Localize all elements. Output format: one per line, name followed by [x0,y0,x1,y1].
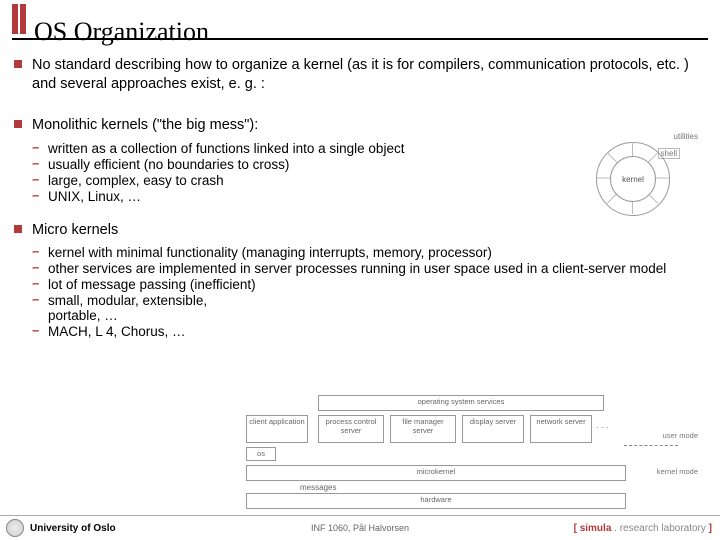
sub-text: small, modular, extensible, portable, … [48,293,207,323]
microkernel-diagram: operating system services client applica… [240,395,700,510]
diagram-file-server: file manager server [390,415,456,443]
dash-icon: − [32,277,39,291]
sub-text: kernel with minimal functionality (manag… [48,245,492,260]
sub-text: written as a collection of functions lin… [48,141,404,156]
sub-text: usually efficient (no boundaries to cros… [48,157,289,172]
dash-icon: − [32,141,39,155]
sub-item: −other services are implemented in serve… [14,261,710,276]
sub-text: other services are implemented in server… [48,261,666,276]
square-bullet-icon [14,225,22,233]
dash-icon: − [32,261,39,275]
footer-simula-name: simula [580,523,612,534]
dash-icon: − [32,189,39,203]
sub-item: −kernel with minimal functionality (mana… [14,245,710,260]
diagram-os-services: operating system services [318,395,604,411]
diagram-label-utilities: utilities [674,132,698,141]
diagram-microkernel-bar: microkernel [246,465,626,481]
footer-university: University of Oslo [30,523,116,534]
dash-icon: − [32,324,39,338]
bullet-micro: Micro kernels [14,221,710,240]
footer-simula-suffix: . research laboratory [611,523,708,534]
dash-icon: − [32,173,39,187]
diagram-user-mode-label: user mode [663,431,698,440]
title-accent-bar-2 [20,4,26,34]
sub-item: −lot of message passing (inefficient) [14,277,258,292]
diagram-dots: · · · [596,423,608,432]
sub-item: −MACH, L 4, Chorus, … [14,324,258,339]
dash-icon: − [32,157,39,171]
square-bullet-icon [14,120,22,128]
dash-icon: − [32,293,39,307]
bullet-micro-text: Micro kernels [32,221,710,240]
sub-text: MACH, L 4, Chorus, … [48,324,186,339]
diagram-messages-label: messages [300,483,336,492]
diagram-kernel-mode-label: kernel mode [657,467,698,476]
title-underline [12,38,708,40]
sub-text: large, complex, easy to crash [48,173,224,188]
diagram-process-server: process control server [318,415,384,443]
diagram-network-server: network server [530,415,592,443]
footer-course: INF 1060, Pål Halvorsen [311,523,409,533]
square-bullet-icon [14,60,22,68]
bullet-intro: No standard describing how to organize a… [14,56,710,94]
slide-footer: University of Oslo INF 1060, Pål Halvors… [0,515,720,540]
sub-item: −small, modular, extensible, portable, … [14,293,258,323]
slide-title: OS Organization [34,17,209,47]
diagram-os-box: os [246,447,276,461]
uio-logo-icon [6,519,24,537]
diagram-mode-divider [624,445,678,446]
bullet-intro-text: No standard describing how to organize a… [32,56,710,94]
bracket-icon: ] [709,523,712,534]
diagram-client-app: client application [246,415,308,443]
diagram-hardware-bar: hardware [246,493,626,509]
dash-icon: − [32,245,39,259]
diagram-display-server: display server [462,415,524,443]
monolithic-diagram: utilities shell kernel [578,132,698,222]
ring-inner: kernel [610,156,656,202]
sub-text: lot of message passing (inefficient) [48,277,256,292]
footer-simula: [ simula . research laboratory ] [574,523,712,534]
diagram-label-kernel: kernel [622,175,644,184]
title-accent-bar-1 [12,4,18,34]
sub-text: UNIX, Linux, … [48,189,141,204]
